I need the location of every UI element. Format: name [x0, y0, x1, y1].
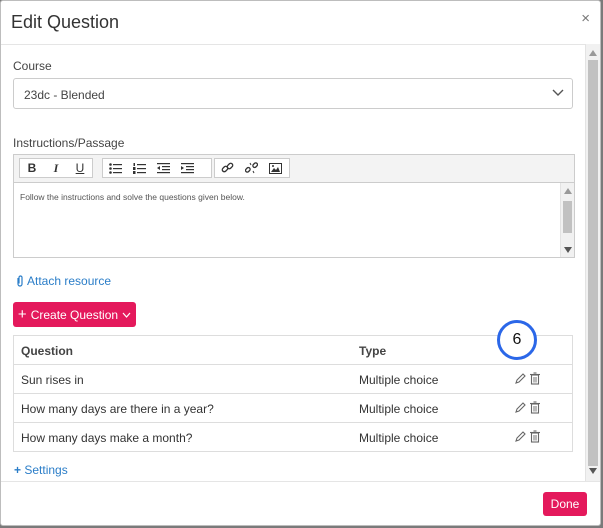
course-select-value: 23dc - Blended — [24, 88, 105, 102]
bold-button[interactable]: B — [20, 159, 44, 177]
question-type: Multiple choice — [359, 402, 439, 416]
scroll-up-arrow-icon[interactable] — [589, 50, 597, 56]
trash-icon[interactable] — [529, 372, 541, 385]
insert-group — [214, 158, 290, 178]
unlink-icon — [244, 162, 258, 174]
row-actions — [514, 401, 541, 414]
settings-link[interactable]: + Settings — [14, 463, 68, 477]
paperclip-icon — [17, 275, 23, 287]
question-column-header: Question — [21, 344, 74, 358]
close-icon[interactable]: × — [581, 11, 590, 26]
plus-icon: + — [17, 305, 27, 323]
chevron-down-icon — [122, 312, 131, 318]
outdent-button[interactable] — [151, 159, 175, 177]
list-group — [102, 158, 212, 178]
row-actions — [514, 372, 541, 385]
indent-button[interactable] — [175, 159, 199, 177]
dialog-scrollbar[interactable] — [585, 44, 600, 481]
done-button[interactable]: Done — [543, 492, 587, 516]
question-text: Sun rises in — [21, 373, 84, 387]
bulleted-list-button[interactable] — [103, 159, 127, 177]
trash-icon[interactable] — [529, 401, 541, 414]
dialog-scroll-thumb[interactable] — [588, 60, 598, 466]
pencil-icon[interactable] — [514, 401, 526, 414]
table-row: Sun rises in Multiple choice — [14, 365, 572, 394]
link-icon — [221, 162, 233, 173]
attach-resource-label: Attach resource — [27, 274, 112, 288]
editor-toolbar: B I U — [13, 154, 575, 182]
dialog-title: Edit Question — [11, 12, 120, 32]
unlink-button[interactable] — [239, 159, 263, 177]
create-question-label: Create Question — [30, 307, 119, 322]
question-type: Multiple choice — [359, 431, 439, 445]
table-row: How many days are there in a year? Multi… — [14, 394, 572, 423]
numbered-list-icon — [132, 162, 146, 174]
scroll-down-arrow-icon[interactable] — [564, 247, 572, 253]
table-header-row: Question Type — [14, 336, 572, 365]
outdent-icon — [156, 162, 170, 173]
table-row: How many days make a month? Multiple cho… — [14, 423, 572, 452]
questions-table: Question Type Sun rises in Multiple choi… — [13, 335, 573, 452]
course-label: Course — [13, 59, 52, 73]
pencil-icon[interactable] — [514, 430, 526, 443]
trash-icon[interactable] — [529, 430, 541, 443]
image-icon — [268, 162, 282, 174]
create-question-button[interactable]: + Create Question — [13, 302, 136, 327]
question-type: Multiple choice — [359, 373, 439, 387]
course-select[interactable]: 23dc - Blended — [13, 78, 573, 109]
pencil-icon[interactable] — [514, 372, 526, 385]
instructions-label: Instructions/Passage — [13, 136, 125, 150]
type-column-header: Type — [359, 344, 387, 358]
settings-label: Settings — [24, 463, 68, 477]
editor-scroll-thumb[interactable] — [563, 201, 572, 233]
row-actions — [514, 430, 541, 443]
editor-scrollbar[interactable] — [560, 183, 574, 257]
insert-image-button[interactable] — [263, 159, 287, 177]
link-button[interactable] — [215, 159, 239, 177]
scroll-up-arrow-icon[interactable] — [564, 188, 572, 194]
step-badge: 6 — [497, 320, 537, 360]
chevron-down-icon — [552, 89, 564, 96]
numbered-list-button[interactable] — [127, 159, 151, 177]
editor-content: Follow the instructions and solve the qu… — [20, 192, 245, 202]
format-group: B I U — [19, 158, 93, 178]
dialog-footer: Done — [1, 481, 600, 525]
italic-button[interactable]: I — [44, 159, 68, 177]
underline-button[interactable]: U — [68, 159, 92, 177]
scroll-down-arrow-icon[interactable] — [589, 468, 597, 474]
bulleted-list-icon — [108, 162, 122, 174]
dialog-body: Course 23dc - Blended Instructions/Passa… — [1, 44, 585, 481]
edit-question-dialog: Edit Question × Course 23dc - Blended In… — [0, 0, 601, 526]
dialog-header: Edit Question × — [1, 1, 600, 45]
indent-icon — [180, 162, 194, 173]
question-text: How many days are there in a year? — [21, 402, 214, 416]
plus-icon: + — [14, 463, 22, 477]
attach-resource-link[interactable]: Attach resource — [16, 274, 111, 288]
instructions-editor[interactable]: Follow the instructions and solve the qu… — [13, 182, 575, 258]
question-text: How many days make a month? — [21, 431, 193, 445]
